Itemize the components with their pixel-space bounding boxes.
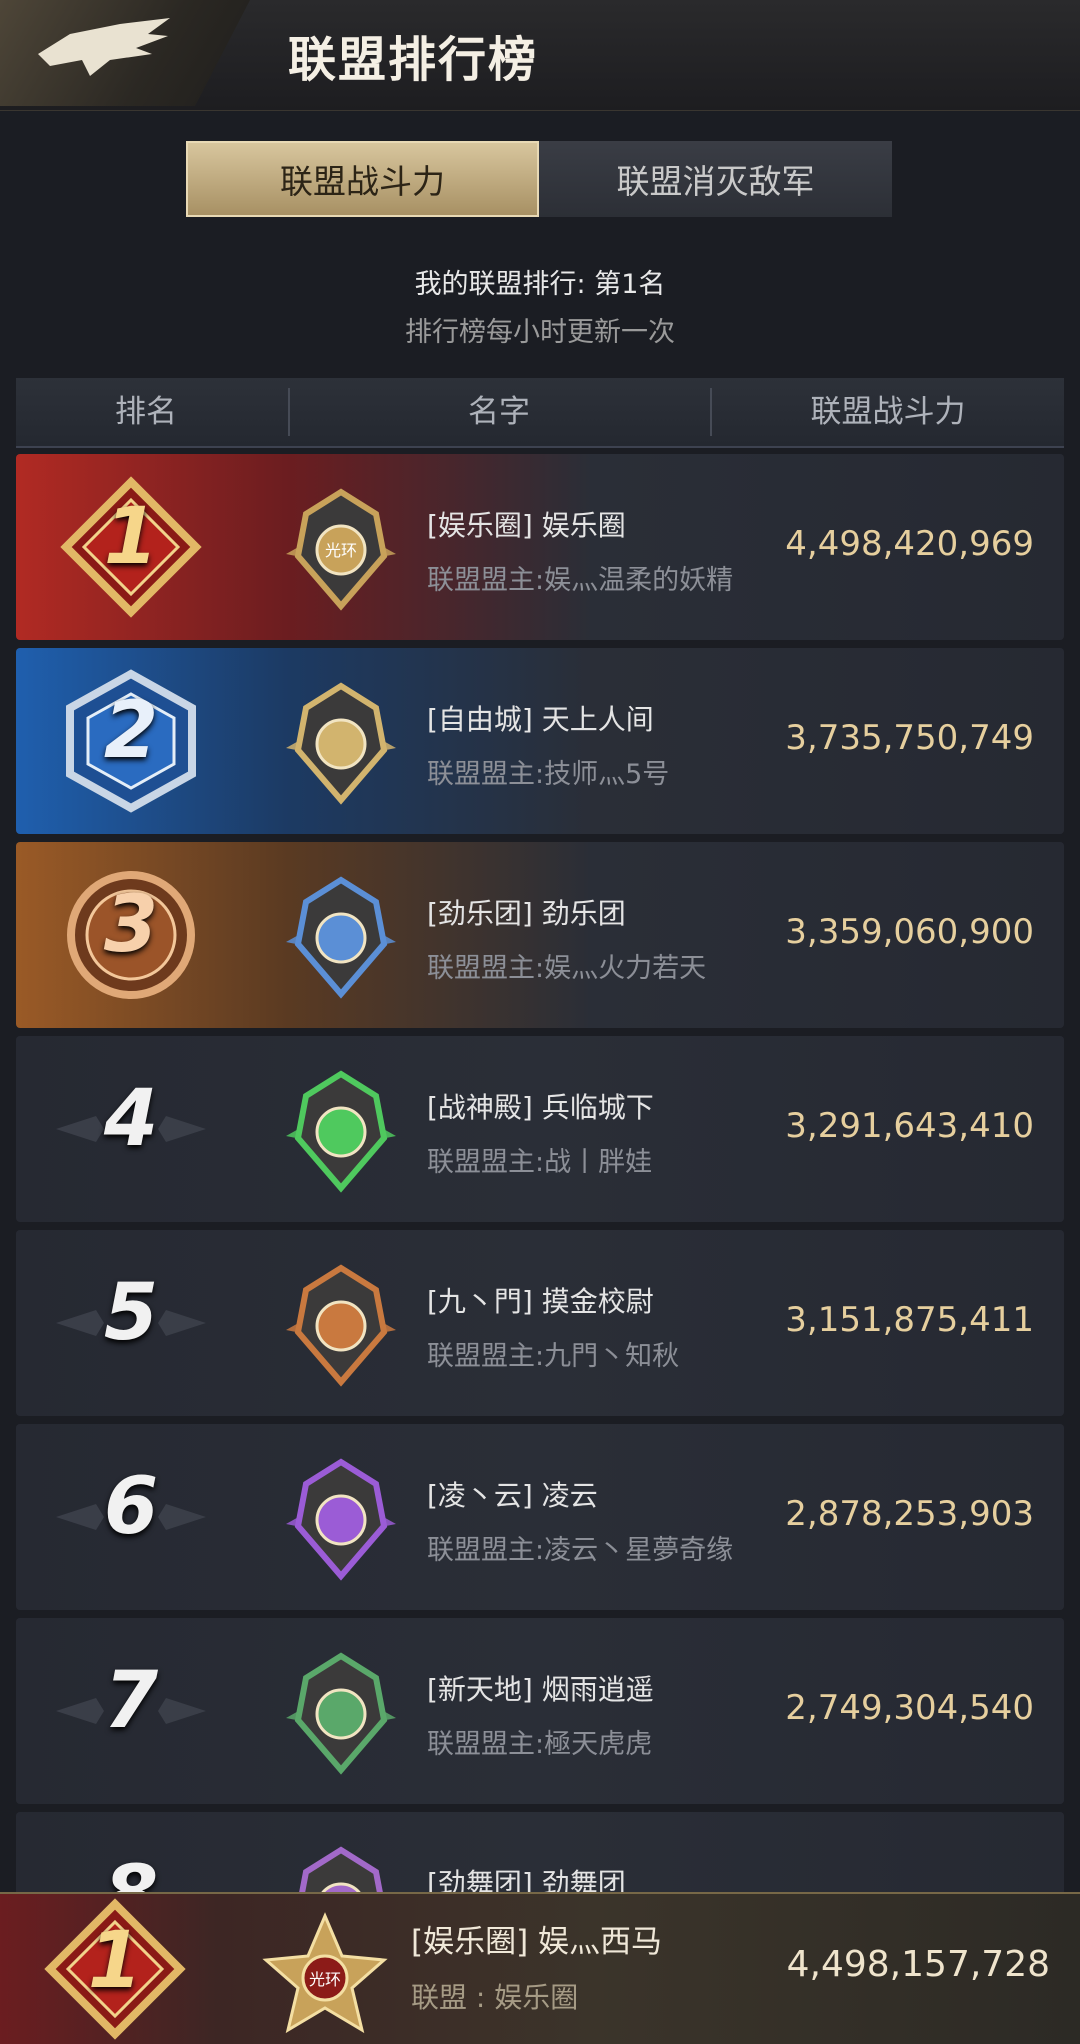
golden-star-emblem-icon: 光环 (262, 1912, 388, 2034)
alliance-name: [九丶門] 摸金校尉 (427, 1285, 654, 1318)
alliance-leader: 联盟盟主:战丨胖娃 (427, 1147, 653, 1178)
rank-number: 7 (103, 1656, 159, 1746)
svg-text:光环: 光环 (309, 1970, 341, 1989)
my-rank-bar[interactable]: 1 光环 [娱乐圈] 娱灬西马 联盟 : 娱乐圈 4,498,157,728 (0, 1892, 1080, 2044)
alliance-power: 4,498,420,969 (785, 524, 1034, 564)
table-row[interactable]: 3 [劲乐团] 劲乐团联盟盟主:娱灬火力若天 3,359,060,900 (16, 842, 1064, 1028)
rank-number: 2 (103, 686, 159, 776)
alliance-leader: 联盟盟主:凌云丶星夢奇缘 (427, 1535, 734, 1566)
back-logo-button[interactable] (0, 0, 250, 106)
top-bar: 联盟排行榜 (0, 0, 1080, 111)
my-power: 4,498,157,728 (786, 1944, 1050, 1985)
rank-number: 1 (103, 492, 159, 582)
rank-number: 6 (103, 1462, 159, 1552)
alliance-power: 3,151,875,411 (785, 1300, 1034, 1340)
tab-bar: 联盟战斗力 联盟消灭敌军 (186, 141, 892, 217)
table-row[interactable]: 2 [自由城] 天上人间 联盟盟主:技师灬5号 3,735,750,749 (16, 648, 1064, 834)
tab-alliance-kills[interactable]: 联盟消灭敌军 (539, 141, 892, 217)
alliance-leader: 联盟盟主:娱灬火力若天 (427, 953, 707, 984)
blue-infinity-emblem-icon (286, 876, 396, 999)
my-name: [娱乐圈] 娱灬西马 (411, 1924, 663, 1960)
alliance-power: 3,735,750,749 (785, 718, 1034, 758)
purple-tiger-emblem-icon (286, 1458, 396, 1581)
update-note: 排行榜每小时更新一次 (405, 317, 675, 348)
table-header: 排名 名字 联盟战斗力 (16, 378, 1064, 448)
bronze-star-emblem-icon (286, 1264, 396, 1387)
alliance-name: [新天地] 烟雨逍遥 (427, 1673, 654, 1706)
golden-wolf-emblem-icon (286, 682, 396, 805)
my-alliance-rank: 我的联盟排行: 第1名 (414, 269, 666, 300)
alliance-name: [自由城] 天上人间 (427, 703, 654, 736)
my-alliance: 联盟 : 娱乐圈 (411, 1981, 579, 2014)
alliance-leader: 联盟盟主:技师灬5号 (427, 759, 670, 790)
header-rank: 排名 (115, 394, 177, 430)
my-rank-number: 1 (87, 1916, 143, 2006)
header-power: 联盟战斗力 (810, 394, 966, 430)
alliance-name: [娱乐圈] 娱乐圈 (427, 509, 626, 542)
alliance-name: [战神殿] 兵临城下 (427, 1091, 654, 1124)
table-row[interactable]: 4 [战神殿] 兵临城下 联盟盟主:战丨胖娃 3,291,643,410 (16, 1036, 1064, 1222)
alliance-leader: 联盟盟主:九門丶知秋 (427, 1341, 680, 1372)
svg-text:光环: 光环 (325, 541, 357, 560)
alliance-name: [凌丶云] 凌云 (427, 1479, 598, 1512)
alliance-power: 2,749,304,540 (785, 1688, 1034, 1728)
rank-number: 5 (103, 1268, 159, 1358)
page-title: 联盟排行榜 (288, 32, 539, 88)
tab-alliance-power[interactable]: 联盟战斗力 (186, 141, 539, 217)
header-name: 名字 (468, 394, 530, 430)
alliance-leader: 联盟盟主:娱灬温柔的妖精 (427, 565, 734, 596)
rank-number: 4 (103, 1074, 159, 1164)
table-row[interactable]: 6 [凌丶云] 凌云联盟盟主:凌云丶星夢奇缘 2,878,253,903 (16, 1424, 1064, 1610)
golden-star-emblem-icon: 光环 (286, 488, 396, 611)
table-row[interactable]: 1 光环 [娱乐圈] 娱乐圈联盟盟主:娱灬温柔的妖精 4,498,420,969 (16, 454, 1064, 640)
alliance-power: 3,291,643,410 (785, 1106, 1034, 1146)
rank-number: 3 (103, 880, 159, 970)
green-crown-emblem-icon (286, 1652, 396, 1775)
alliance-power: 3,359,060,900 (785, 912, 1034, 952)
eagle-wing-icon (38, 18, 170, 76)
alliance-power: 2,878,253,903 (785, 1494, 1034, 1534)
alliance-name: [劲乐团] 劲乐团 (427, 897, 626, 930)
table-row[interactable]: 7 [新天地] 烟雨逍遥 联盟盟主:極天虎虎 2,749,304,540 (16, 1618, 1064, 1804)
green-lightning-emblem-icon (286, 1070, 396, 1193)
alliance-leader: 联盟盟主:極天虎虎 (427, 1729, 653, 1760)
table-row[interactable]: 5 [九丶門] 摸金校尉 联盟盟主:九門丶知秋 3,151,875,411 (16, 1230, 1064, 1416)
